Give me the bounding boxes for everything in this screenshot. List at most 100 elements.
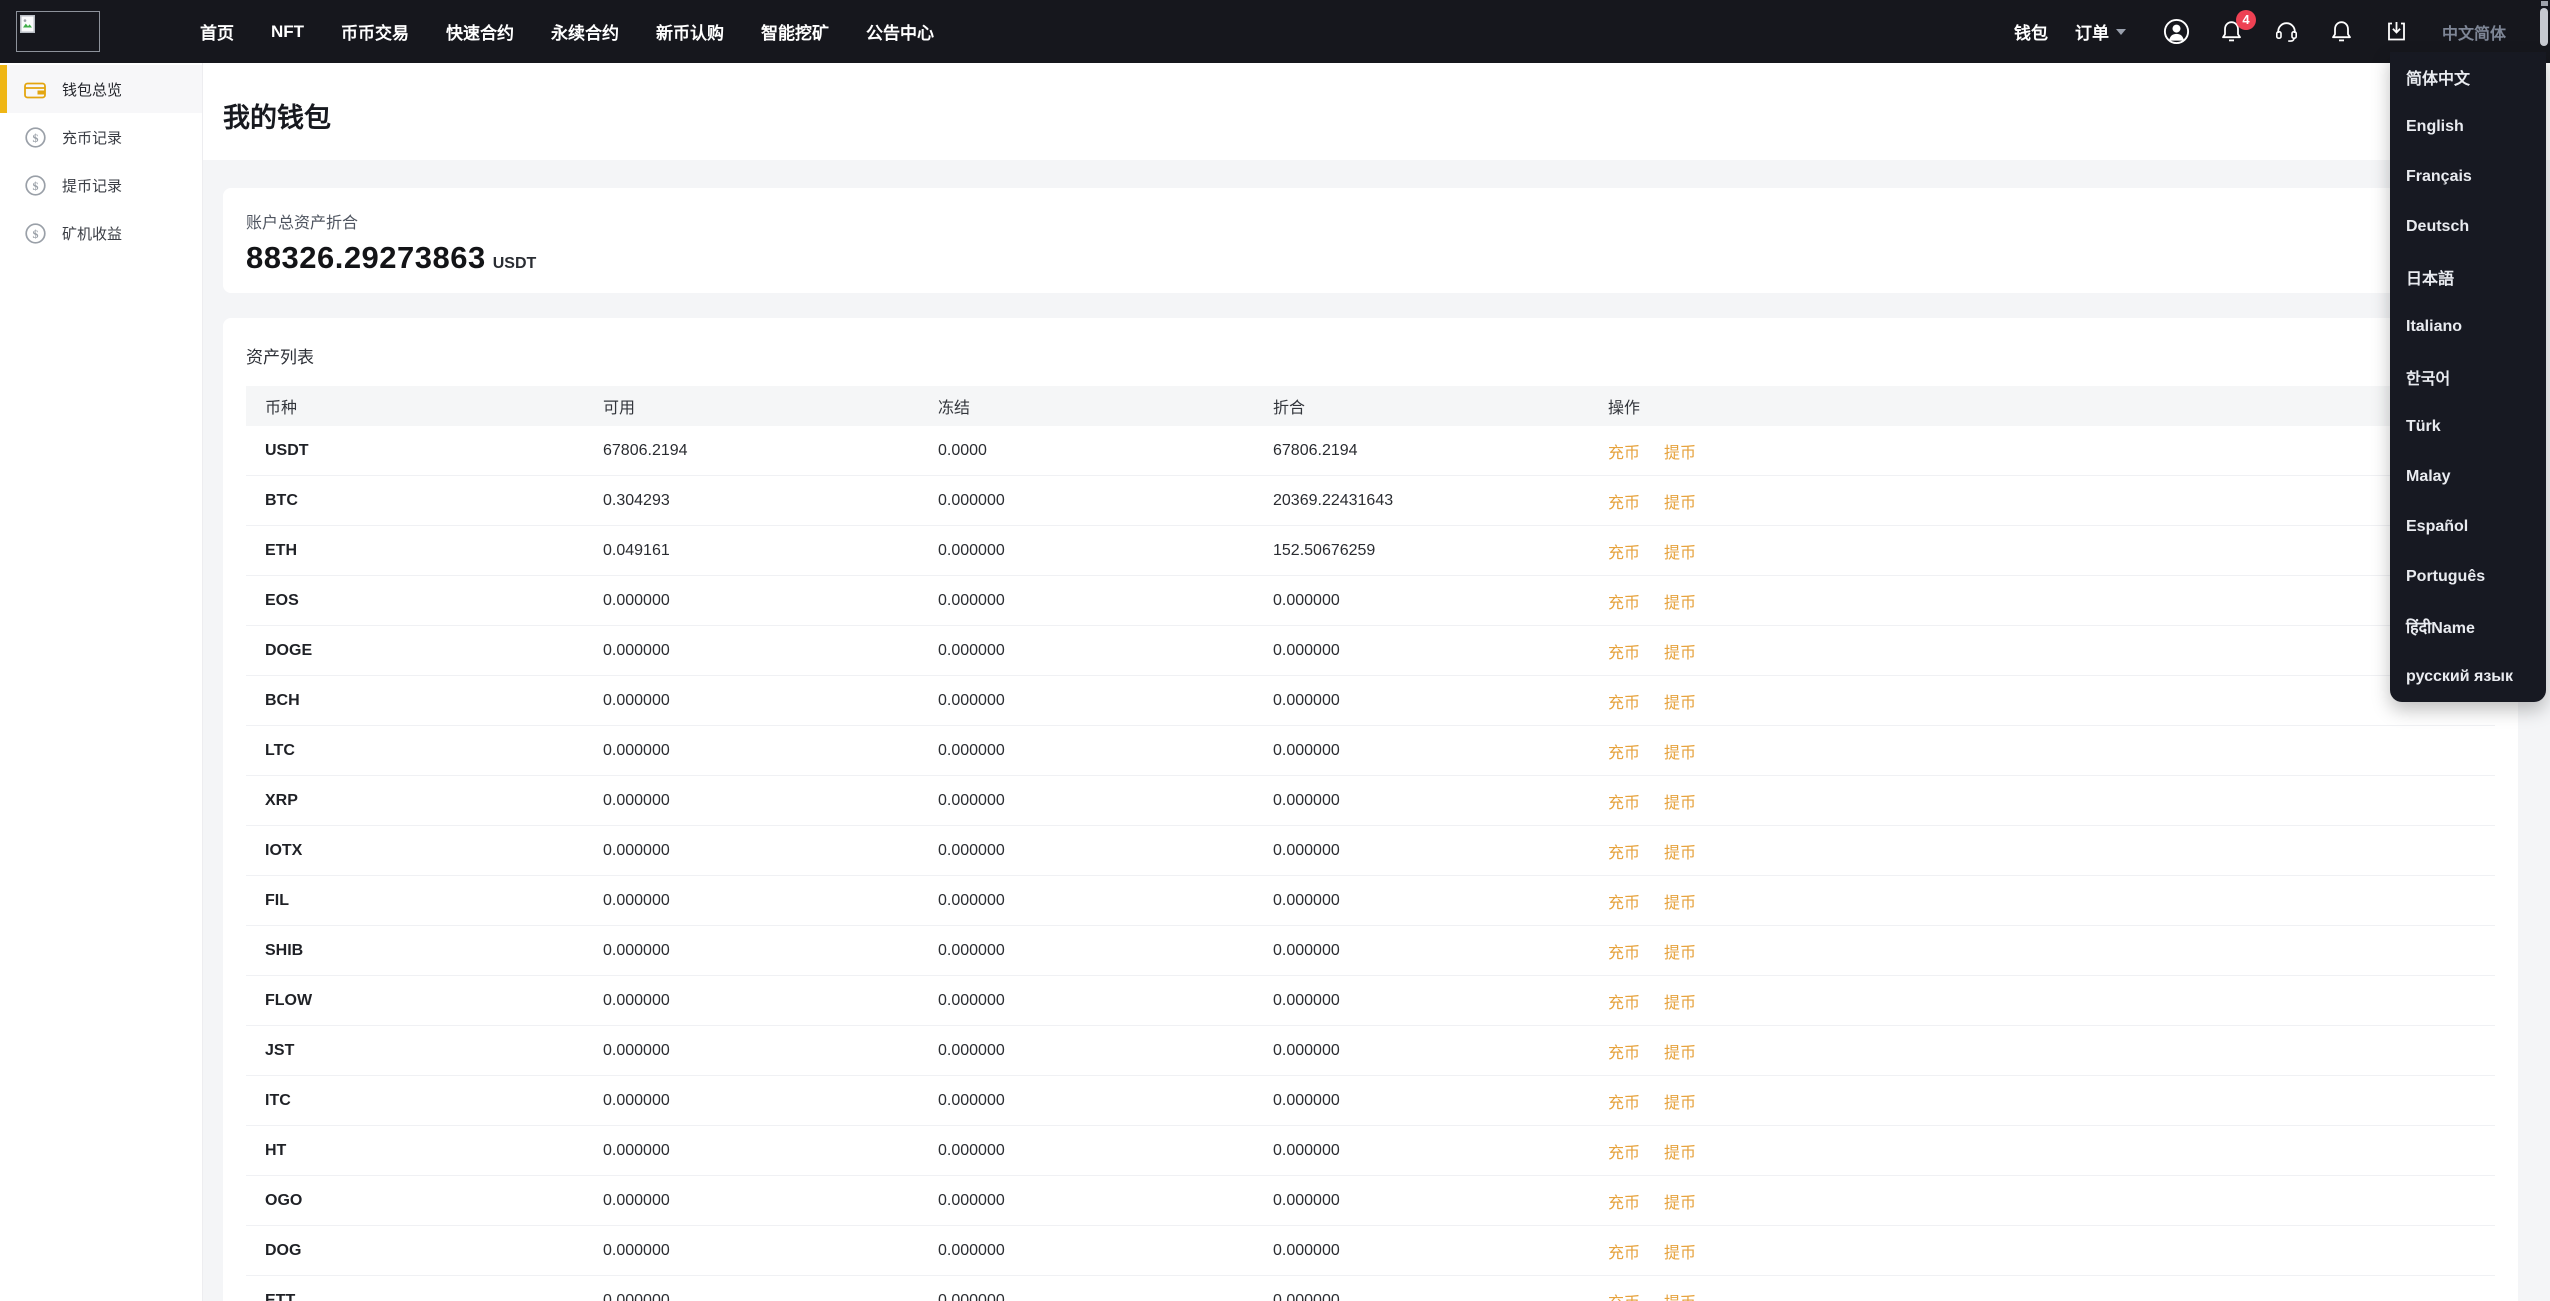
download-icon[interactable]	[2383, 18, 2411, 46]
withdraw-link[interactable]: 提币	[1664, 1289, 1696, 1301]
language-option[interactable]: Malay	[2390, 452, 2546, 502]
sidebar-item-miner-income[interactable]: $ 矿机收益	[0, 209, 202, 257]
nav-item[interactable]: 新币认购	[656, 19, 724, 44]
deposit-link[interactable]: 充币	[1608, 989, 1640, 1013]
frozen-amount: 0.000000	[938, 1041, 1005, 1059]
deposit-link[interactable]: 充币	[1608, 489, 1640, 513]
converted-amount: 0.000000	[1273, 1091, 1340, 1109]
coin-symbol: LTC	[265, 741, 295, 759]
deposit-link[interactable]: 充币	[1608, 1139, 1640, 1163]
asset-row: OGO 0.000000 0.000000 0.000000 充币 提币	[246, 1176, 2495, 1226]
converted-amount: 0.000000	[1273, 1141, 1340, 1159]
nav-item[interactable]: 公告中心	[866, 19, 934, 44]
language-option[interactable]: 简体中文	[2390, 52, 2546, 102]
coin-symbol: XRP	[265, 791, 298, 809]
deposit-link[interactable]: 充币	[1608, 689, 1640, 713]
top-navbar: 首页 NFT 币币交易 快速合约 永续合约 新币认购 智能挖矿 公告中心 钱包 …	[0, 0, 2550, 63]
page-title: 我的钱包	[223, 103, 331, 133]
coin-symbol: HT	[265, 1141, 287, 1159]
withdraw-link[interactable]: 提币	[1664, 1239, 1696, 1263]
sidebar-item-withdraw-records[interactable]: $ 提币记录	[0, 161, 202, 209]
language-option[interactable]: Español	[2390, 502, 2546, 552]
nav-item[interactable]: NFT	[271, 22, 304, 42]
scrollbar-up-arrow[interactable]	[2541, 1, 2548, 6]
deposit-link[interactable]: 充币	[1608, 789, 1640, 813]
coin-symbol: EOS	[265, 591, 299, 609]
sidebar-item-wallet-overview[interactable]: 钱包总览	[0, 65, 202, 113]
deposit-link[interactable]: 充币	[1608, 939, 1640, 963]
asset-table-header: 币种 可用 冻结 折合 操作	[246, 386, 2495, 426]
deposit-link[interactable]: 充币	[1608, 1039, 1640, 1063]
available-amount: 0.000000	[603, 1091, 670, 1109]
nav-item[interactable]: 快速合约	[446, 19, 514, 44]
asset-row: HT 0.000000 0.000000 0.000000 充币 提币	[246, 1126, 2495, 1176]
language-option[interactable]: English	[2390, 102, 2546, 152]
withdraw-link[interactable]: 提币	[1664, 1089, 1696, 1113]
withdraw-link[interactable]: 提币	[1664, 689, 1696, 713]
deposit-link[interactable]: 充币	[1608, 1089, 1640, 1113]
account-icon[interactable]	[2163, 18, 2191, 46]
language-option[interactable]: हिंदीName	[2390, 602, 2546, 652]
withdraw-link[interactable]: 提币	[1664, 739, 1696, 763]
withdraw-link[interactable]: 提币	[1664, 489, 1696, 513]
site-logo[interactable]	[16, 11, 100, 52]
announcements-bell-icon[interactable]	[2328, 18, 2356, 46]
language-option[interactable]: 日本語	[2390, 252, 2546, 302]
asset-row: XRP 0.000000 0.000000 0.000000 充币 提币	[246, 776, 2495, 826]
withdraw-link[interactable]: 提币	[1664, 989, 1696, 1013]
notifications-bell-icon[interactable]: 4	[2218, 9, 2256, 46]
support-headset-icon[interactable]	[2273, 18, 2301, 46]
deposit-link[interactable]: 充币	[1608, 889, 1640, 913]
wallet-link[interactable]: 钱包	[2014, 19, 2048, 44]
deposit-link[interactable]: 充币	[1608, 639, 1640, 663]
deposit-link[interactable]: 充币	[1608, 1189, 1640, 1213]
deposit-link[interactable]: 充币	[1608, 589, 1640, 613]
language-option[interactable]: русский язык	[2390, 652, 2546, 702]
available-amount: 0.000000	[603, 891, 670, 909]
deposit-link[interactable]: 充币	[1608, 1239, 1640, 1263]
col-coin: 币种	[265, 400, 298, 417]
withdraw-link[interactable]: 提币	[1664, 939, 1696, 963]
withdraw-link[interactable]: 提币	[1664, 639, 1696, 663]
asset-list-title: 资产列表	[246, 348, 314, 367]
nav-item[interactable]: 智能挖矿	[761, 19, 829, 44]
withdraw-link[interactable]: 提币	[1664, 539, 1696, 563]
nav-item[interactable]: 币币交易	[341, 19, 409, 44]
orders-link[interactable]: 订单	[2075, 19, 2126, 44]
deposit-link[interactable]: 充币	[1608, 739, 1640, 763]
frozen-amount: 0.000000	[938, 691, 1005, 709]
language-option[interactable]: 한국어	[2390, 352, 2546, 402]
asset-row: ETH 0.049161 0.000000 152.50676259 充币 提币	[246, 526, 2495, 576]
available-amount: 67806.2194	[603, 441, 688, 459]
withdraw-link[interactable]: 提币	[1664, 1139, 1696, 1163]
withdraw-link[interactable]: 提币	[1664, 839, 1696, 863]
language-option[interactable]: Deutsch	[2390, 202, 2546, 252]
coin-symbol: OGO	[265, 1191, 303, 1209]
language-selector[interactable]: 中文简体	[2442, 20, 2506, 44]
available-amount: 0.000000	[603, 691, 670, 709]
available-amount: 0.000000	[603, 591, 670, 609]
language-option[interactable]: Français	[2390, 152, 2546, 202]
converted-amount: 0.000000	[1273, 1241, 1340, 1259]
language-option[interactable]: Português	[2390, 552, 2546, 602]
withdraw-link[interactable]: 提币	[1664, 1039, 1696, 1063]
withdraw-link[interactable]: 提币	[1664, 439, 1696, 463]
nav-item[interactable]: 首页	[200, 19, 234, 44]
coin-symbol: BTC	[265, 491, 298, 509]
language-option[interactable]: Türk	[2390, 402, 2546, 452]
withdraw-link[interactable]: 提币	[1664, 889, 1696, 913]
scrollbar-thumb[interactable]	[2540, 8, 2548, 46]
deposit-link[interactable]: 充币	[1608, 839, 1640, 863]
coin-icon: $	[24, 126, 46, 148]
sidebar-item-deposit-records[interactable]: $ 充币记录	[0, 113, 202, 161]
deposit-link[interactable]: 充币	[1608, 439, 1640, 463]
deposit-link[interactable]: 充币	[1608, 539, 1640, 563]
withdraw-link[interactable]: 提币	[1664, 789, 1696, 813]
deposit-link[interactable]: 充币	[1608, 1289, 1640, 1301]
withdraw-link[interactable]: 提币	[1664, 589, 1696, 613]
nav-item[interactable]: 永续合约	[551, 19, 619, 44]
language-option[interactable]: Italiano	[2390, 302, 2546, 352]
withdraw-link[interactable]: 提币	[1664, 1189, 1696, 1213]
frozen-amount: 0.000000	[938, 891, 1005, 909]
sidebar-item-label: 矿机收益	[62, 225, 123, 243]
